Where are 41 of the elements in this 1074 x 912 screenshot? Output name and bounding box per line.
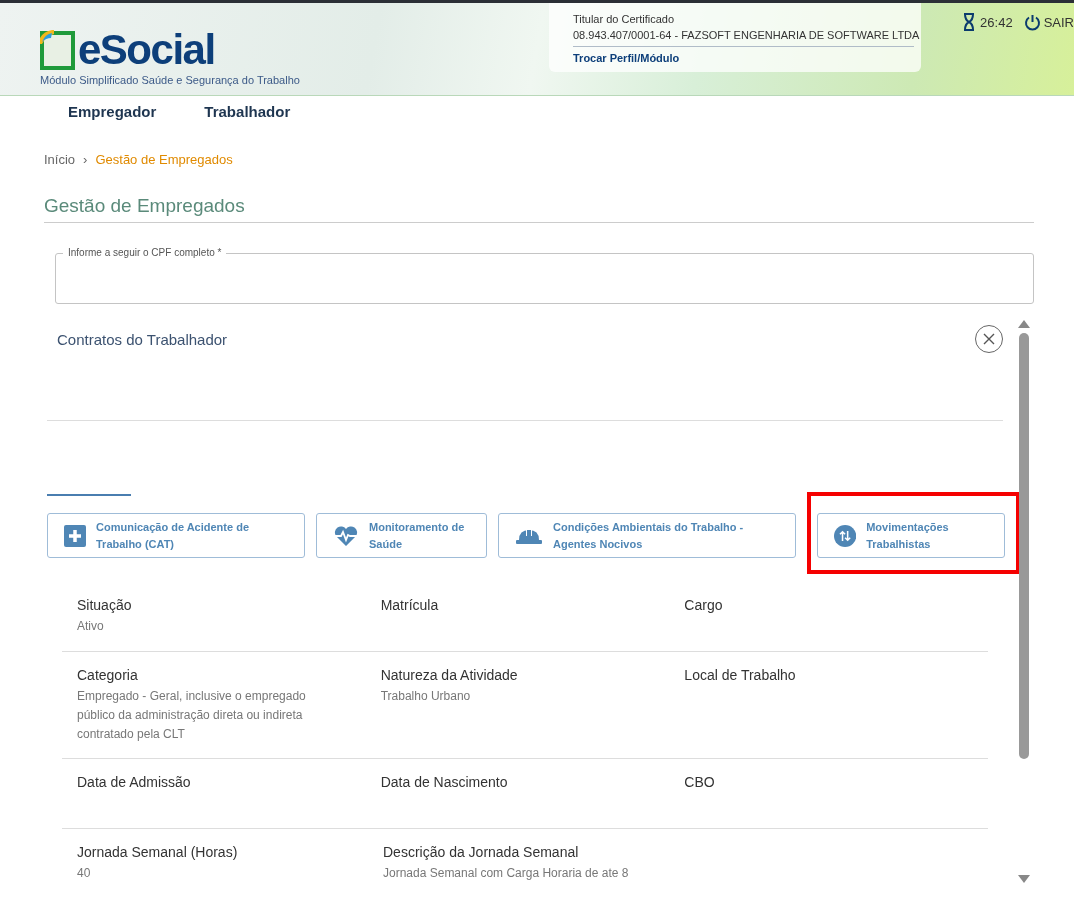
breadcrumb-separator: › xyxy=(83,152,88,167)
detail-label: Matrícula xyxy=(380,597,440,613)
breadcrumb-link[interactable]: Início xyxy=(44,152,76,167)
detail-label: Data de Nascimento xyxy=(380,774,509,790)
detail-label: Local de Trabalho xyxy=(684,667,797,683)
action-button[interactable]: Comunicação de Acidente de Trabalho (CAT) xyxy=(47,513,305,558)
hourglass-icon xyxy=(963,13,976,31)
switch-profile-link[interactable]: Trocar Perfil/Módulo xyxy=(573,52,922,64)
detail-label: Natureza da Atividade xyxy=(380,667,519,683)
detail-label: Situação xyxy=(77,597,133,613)
detail-value: Empregado - Geral, inclusive o empregado público da administração direta ou indireta contratado pela CLT xyxy=(77,688,307,743)
plus-icon xyxy=(64,524,86,547)
detail-label: Data de Admissão xyxy=(77,774,192,790)
close-icon xyxy=(983,333,995,345)
session-timer: 26:42 xyxy=(980,14,1013,30)
module-subtitle: Módulo Simplificado Saúde e Segurança do Trabalho xyxy=(40,74,301,86)
heartbeat-icon xyxy=(333,524,359,547)
transfer-arrows-icon xyxy=(834,522,857,549)
page-title: Gestão de Empregados xyxy=(44,195,1034,223)
certificate-holder: 08.943.407/0001-64 - FAZSOFT ENGENHARIA DE SOFTWARE LTDA xyxy=(573,29,920,41)
detail-label: Cargo xyxy=(684,597,724,613)
detail-value: 40 xyxy=(77,865,92,882)
action-button[interactable]: Movimentações Trabalhistas xyxy=(817,513,1005,558)
detail-value: Ativo xyxy=(77,618,105,635)
certificate-label: Titular do Certificado xyxy=(573,13,676,25)
nav-menu-item[interactable]: Trabalhador xyxy=(204,103,291,128)
power-icon xyxy=(1023,13,1041,31)
detail-label: Descrição da Jornada Semanal xyxy=(383,844,580,860)
detail-label: Jornada Semanal (Horas) xyxy=(77,844,239,860)
close-button[interactable] xyxy=(975,325,1003,353)
document-logo-icon xyxy=(40,30,76,70)
nav-menu-item[interactable]: Empregador xyxy=(68,103,157,128)
detail-value: Trabalho Urbano xyxy=(380,688,472,705)
logo-text: eSocial xyxy=(78,30,215,70)
contracts-title: Contratos do Trabalhador xyxy=(57,331,228,350)
detail-label: Categoria xyxy=(77,667,139,683)
logout-button[interactable]: SAIR xyxy=(1023,13,1074,31)
action-button[interactable]: Monitoramento de Saúde xyxy=(316,513,487,558)
detail-value: Jornada Semanal com Carga Horaria de ate 8 xyxy=(383,865,630,882)
action-button[interactable]: Condições Ambientais do Trabalho - Agentes Nocivos xyxy=(498,513,796,558)
detail-label: CBO xyxy=(684,774,716,790)
